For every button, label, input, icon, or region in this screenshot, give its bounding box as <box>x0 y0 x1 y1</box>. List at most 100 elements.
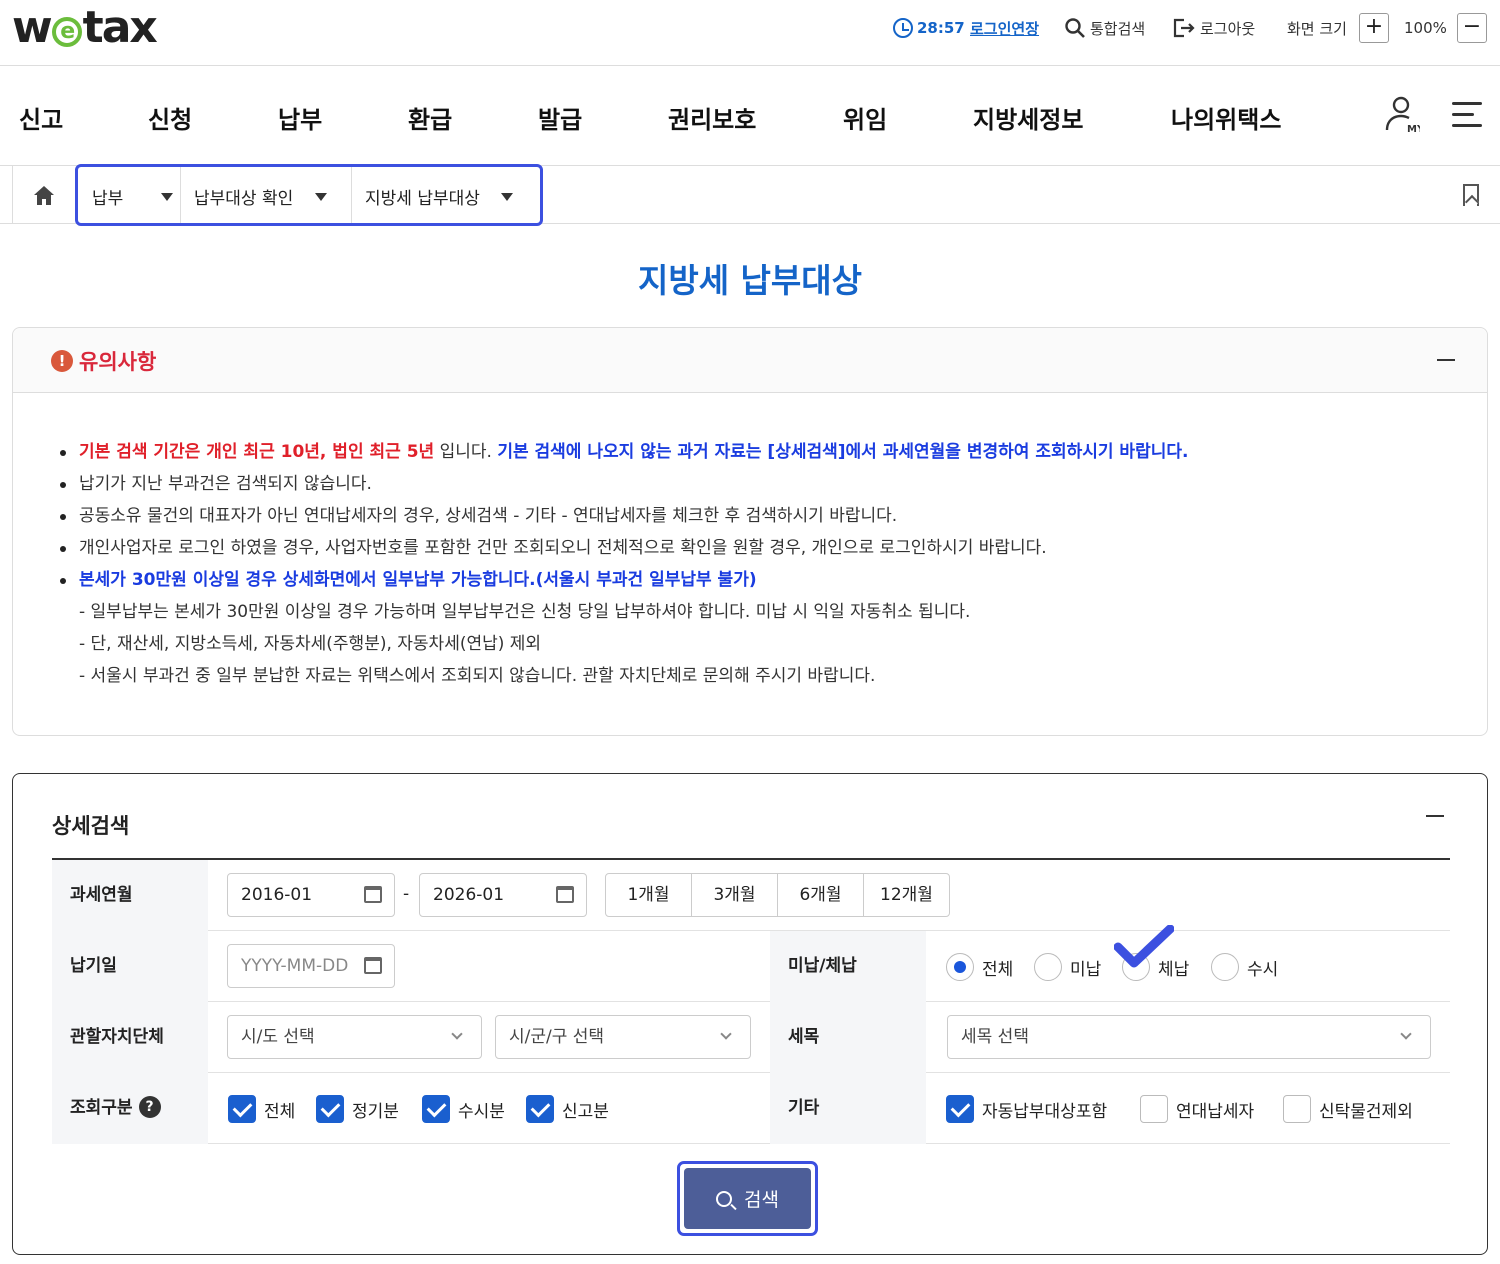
form-row-region: 관할자치단체 시/도 선택 시/군/구 선택 세목 세목 선택 <box>52 1002 1450 1073</box>
range-dash: - <box>403 884 410 904</box>
etc-check-trust-exclude[interactable]: 신탁물건제외 <box>1283 1095 1413 1123</box>
my-label: MY <box>1407 124 1420 134</box>
list-item: 기본 검색 기간은 개인 최근 10년, 법인 최근 5년 입니다. 기본 검색… <box>59 440 1188 472</box>
checkbox-checked[interactable] <box>228 1095 256 1123</box>
zoom-in-button[interactable]: + <box>1359 13 1389 43</box>
search-title: 상세검색 <box>52 814 130 838</box>
radio-button[interactable] <box>1034 953 1062 981</box>
home-icon[interactable] <box>32 184 56 206</box>
warning-icon: ! <box>51 350 73 372</box>
search-button[interactable]: 검색 <box>684 1168 811 1229</box>
clock-icon <box>893 18 913 38</box>
wetax-logo[interactable]: w e tax <box>12 2 158 53</box>
form-row-period: 과세연월 2016-01 - 2026-01 1개월 3개월 6개월 12개월 <box>52 860 1450 931</box>
list-item: - 서울시 부과건 중 일부 분납한 자료는 위택스에서 조회되지 않습니다. … <box>79 666 876 686</box>
checkbox-checked[interactable] <box>526 1095 554 1123</box>
region-label: 관할자치단체 <box>52 1002 208 1073</box>
type-check-regular[interactable]: 정기분 <box>316 1095 399 1123</box>
due-date-input[interactable]: YYYY-MM-DD <box>227 944 395 988</box>
type-check-all[interactable]: 전체 <box>228 1095 295 1123</box>
period-from-input[interactable]: 2016-01 <box>227 873 395 917</box>
list-item: 개인사업자로 로그인 하였을 경우, 사업자번호를 포함한 건만 조회되오니 전… <box>59 536 1188 568</box>
collapse-icon[interactable] <box>1426 815 1444 817</box>
period-label: 과세연월 <box>52 860 208 931</box>
hamburger-menu-icon[interactable] <box>1452 102 1482 128</box>
query-type-label: 조회구분? <box>52 1073 208 1144</box>
etc-check-joint-taxpayer[interactable]: 연대납세자 <box>1140 1095 1254 1123</box>
nav-item-rights[interactable]: 권리보호 <box>668 100 756 135</box>
calendar-icon[interactable] <box>556 886 574 903</box>
page-title: 지방세 납부대상 <box>637 261 862 300</box>
nav-item-apply[interactable]: 신청 <box>148 100 192 135</box>
list-item: - 단, 재산세, 지방소득세, 자동차세(주행분), 자동차세(연납) 제외 <box>79 634 542 654</box>
checkmark-annotation-icon <box>1114 925 1174 968</box>
period-to-input[interactable]: 2026-01 <box>419 873 587 917</box>
zoom-out-button[interactable]: − <box>1457 13 1487 43</box>
notice-title: 유의사항 <box>79 350 157 374</box>
type-check-filed[interactable]: 신고분 <box>526 1095 609 1123</box>
integrated-search-link[interactable]: 통합검색 <box>1064 14 1145 42</box>
collapse-icon[interactable] <box>1437 359 1455 361</box>
checkbox[interactable] <box>1283 1095 1311 1123</box>
nav-item-refund[interactable]: 환급 <box>408 100 452 135</box>
etc-check-autopay[interactable]: 자동납부대상포함 <box>946 1095 1107 1123</box>
checkbox-checked[interactable] <box>422 1095 450 1123</box>
sido-select[interactable]: 시/도 선택 <box>227 1015 482 1059</box>
breadcrumb: 납부 납부대상 확인 지방세 납부대상 <box>0 164 1500 226</box>
list-item: 공동소유 물건의 대표자가 아닌 연대납세자의 경우, 상세검색 - 기타 - … <box>59 504 1188 536</box>
due-date-label: 납기일 <box>52 931 208 1002</box>
chevron-down-icon <box>1400 1028 1412 1040</box>
top-bar: w e tax 28:57 로그인연장 통합검색 로그아웃 화면 크기 + 100%… <box>0 0 1500 66</box>
main-nav: 신고 신청 납부 환급 발급 권리보호 위임 지방세정보 나의위택스 MY <box>0 66 1500 166</box>
logout-link[interactable]: 로그아웃 <box>1172 14 1255 42</box>
chevron-down-icon <box>451 1028 463 1040</box>
search-icon <box>716 1190 733 1207</box>
calendar-icon[interactable] <box>364 886 382 903</box>
form-row-due: 납기일 YYYY-MM-DD 미납/체납 전체 미납 체납 수시 <box>52 931 1450 1002</box>
notice-header: ! 유의사항 <box>13 328 1487 393</box>
checkbox-checked[interactable] <box>316 1095 344 1123</box>
list-item: 본세가 30만원 이상일 경우 상세화면에서 일부납부 가능합니다.(서울시 부… <box>59 568 1188 600</box>
chevron-down-icon <box>720 1028 732 1040</box>
period-12m-button[interactable]: 12개월 <box>863 873 950 917</box>
nav-item-delegation[interactable]: 위임 <box>843 100 887 135</box>
tax-item-label: 세목 <box>770 1002 926 1073</box>
status-radio-all[interactable]: 전체 <box>946 953 1013 981</box>
notice-list: 기본 검색 기간은 개인 최근 10년, 법인 최근 5년 입니다. 기본 검색… <box>59 440 1188 696</box>
form-row-type: 조회구분? 전체 정기분 수시분 신고분 기타 자동납부대상포함 연대납세자 신… <box>52 1073 1450 1144</box>
notice-panel: ! 유의사항 기본 검색 기간은 개인 최근 10년, 법인 최근 5년 입니다… <box>12 327 1488 736</box>
calendar-icon[interactable] <box>364 957 382 974</box>
list-item: - 일부납부는 본세가 30만원 이상일 경우 가능하며 일부납부건은 신청 당… <box>79 602 971 622</box>
nav-item-payment[interactable]: 납부 <box>278 100 322 135</box>
radio-selected[interactable] <box>946 953 974 981</box>
status-radio-unpaid[interactable]: 미납 <box>1034 953 1101 981</box>
search-form: 과세연월 2016-01 - 2026-01 1개월 3개월 6개월 12개월 … <box>52 858 1450 1144</box>
period-3m-button[interactable]: 3개월 <box>691 873 778 917</box>
breadcrumb-highlight <box>75 164 543 226</box>
payment-status-label: 미납/체납 <box>770 931 926 1002</box>
extend-login-link[interactable]: 로그인연장 <box>970 14 1039 42</box>
type-check-occasional[interactable]: 수시분 <box>422 1095 505 1123</box>
tax-item-select[interactable]: 세목 선택 <box>947 1015 1431 1059</box>
bookmark-icon[interactable] <box>1463 184 1479 206</box>
nav-item-local-tax-info[interactable]: 지방세정보 <box>973 100 1083 135</box>
search-icon <box>1065 18 1085 38</box>
session-timer: 28:57 <box>893 14 965 42</box>
list-item: 납기가 지난 부과건은 검색되지 않습니다. <box>59 472 1188 504</box>
checkbox[interactable] <box>1140 1095 1168 1123</box>
help-icon[interactable]: ? <box>138 1096 161 1118</box>
my-page-icon[interactable]: MY <box>1384 96 1420 134</box>
nav-item-issue[interactable]: 발급 <box>538 100 582 135</box>
nav-item-report[interactable]: 신고 <box>19 100 63 135</box>
zoom-value: 100% <box>1404 19 1447 37</box>
period-6m-button[interactable]: 6개월 <box>777 873 864 917</box>
etc-label: 기타 <box>770 1073 926 1144</box>
checkbox-checked[interactable] <box>946 1095 974 1123</box>
logout-icon <box>1173 18 1195 38</box>
sigungu-select[interactable]: 시/군/구 선택 <box>495 1015 751 1059</box>
zoom-label: 화면 크기 <box>1287 19 1347 38</box>
nav-item-my-wetax[interactable]: 나의위택스 <box>1171 100 1281 135</box>
radio-button[interactable] <box>1211 953 1239 981</box>
period-1m-button[interactable]: 1개월 <box>605 873 692 917</box>
status-radio-occasional[interactable]: 수시 <box>1211 953 1278 981</box>
